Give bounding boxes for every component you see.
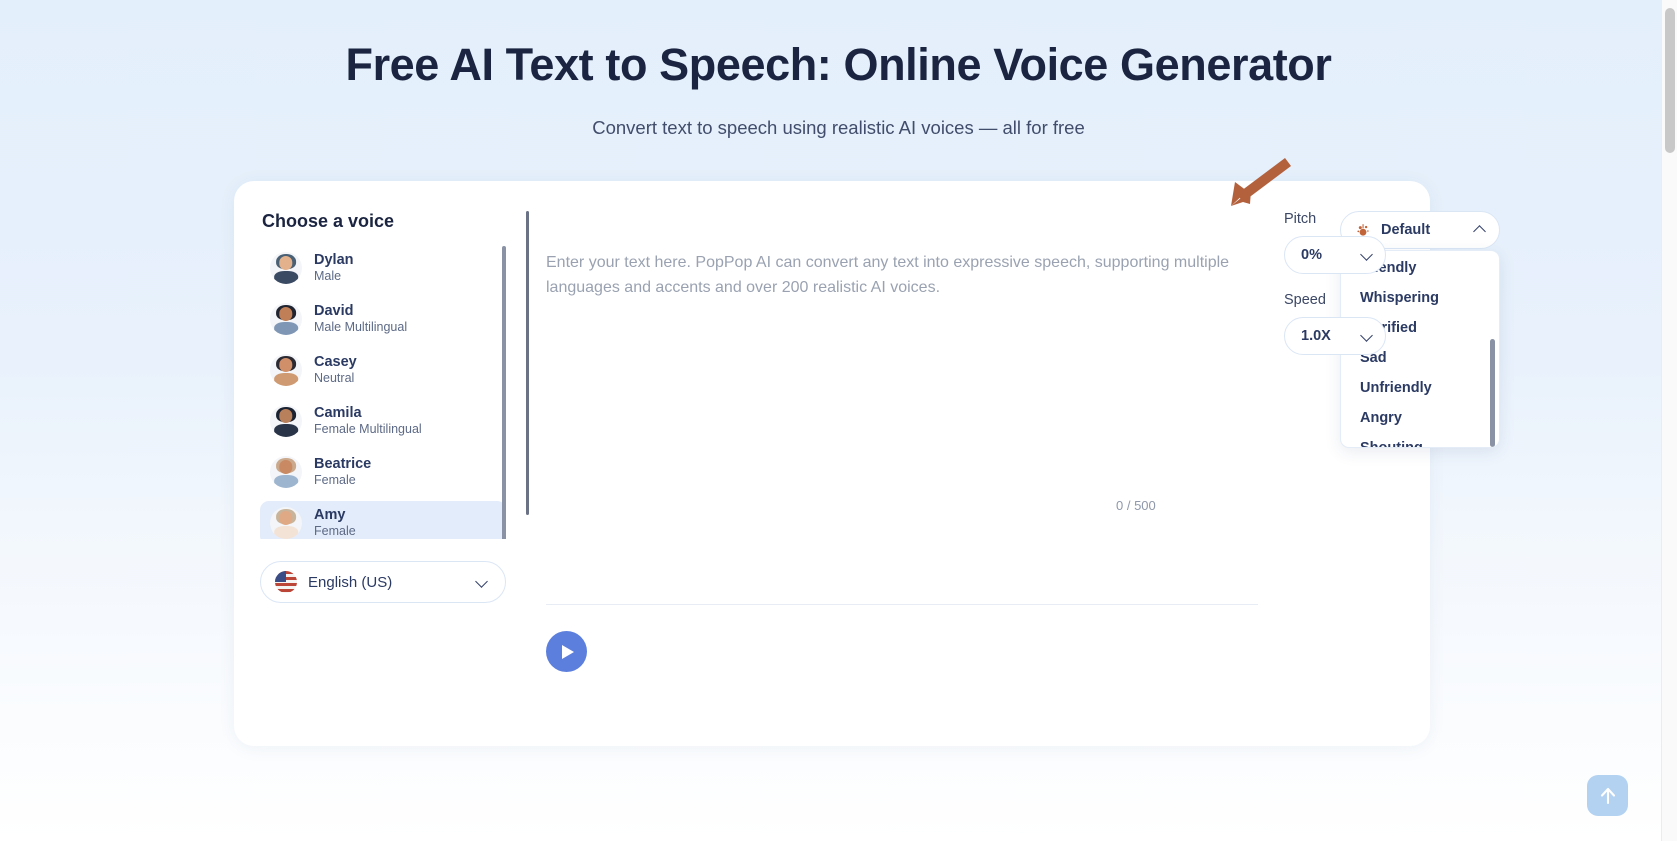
text-editor-panel: Enter your text here. PopPop AI can conv… <box>518 211 1500 746</box>
us-flag-icon <box>275 571 297 593</box>
play-button[interactable] <box>546 631 587 672</box>
avatar <box>270 252 302 284</box>
avatar <box>270 303 302 335</box>
voice-list-scrollbar[interactable] <box>502 246 506 539</box>
voice-role: Female Multilingual <box>314 422 422 437</box>
choose-voice-heading: Choose a voice <box>262 211 395 231</box>
voice-name: Casey <box>314 354 357 371</box>
voice-list-item[interactable]: Beatrice Female <box>260 450 506 494</box>
voice-role: Male <box>314 269 342 284</box>
style-option[interactable]: Shouting <box>1341 433 1499 447</box>
avatar <box>270 354 302 386</box>
chevron-down-icon <box>1362 331 1373 342</box>
voice-list-item[interactable]: David Male Multilingual <box>260 297 506 341</box>
voice-panel: Choose a voice Dylan Male David Male Multil… <box>260 211 518 746</box>
text-input-area[interactable]: Enter your text here. PopPop AI can conv… <box>546 251 1261 531</box>
hero-section: Free AI Text to Speech: Online Voice Gen… <box>0 0 1677 139</box>
voice-list-item[interactable]: Camila Female Multilingual <box>260 399 506 443</box>
pitch-label: Pitch <box>1284 211 1317 227</box>
play-icon <box>562 644 574 659</box>
character-counter: 0 / 500 <box>1116 498 1156 513</box>
speed-value: 1.0X <box>1301 328 1331 344</box>
voice-list[interactable]: Dylan Male David Male Multilingual Casey Neut… <box>260 246 506 539</box>
chevron-down-icon <box>477 577 488 588</box>
arrow-up-icon <box>1600 787 1615 804</box>
voice-list-item[interactable]: Dylan Male <box>260 246 506 290</box>
language-select[interactable]: English (US) <box>260 561 506 603</box>
speed-select[interactable]: 1.0X <box>1284 317 1386 355</box>
voice-list-item[interactable]: Casey Neutral <box>260 348 506 392</box>
text-input-placeholder: Enter your text here. PopPop AI can conv… <box>546 254 1230 296</box>
chevron-up-icon <box>1475 225 1486 236</box>
voice-list-scroll-thumb[interactable] <box>502 246 506 539</box>
voice-name: Beatrice <box>314 456 372 473</box>
tts-tool-card: Choose a voice Dylan Male David Male Multil… <box>234 181 1500 746</box>
style-option[interactable]: Angry <box>1341 403 1499 433</box>
pitch-value: 0% <box>1301 247 1322 263</box>
avatar <box>270 507 302 539</box>
page-subtitle: Convert text to speech using realistic A… <box>592 117 1085 138</box>
audio-controls: Pitch 0% Speed 1.0X <box>1284 211 1404 373</box>
horizontal-divider <box>546 604 1258 605</box>
voice-name: David <box>314 303 354 320</box>
pitch-select[interactable]: 0% <box>1284 236 1386 274</box>
chevron-down-icon <box>1362 250 1373 261</box>
style-option[interactable]: Unfriendly <box>1341 373 1499 403</box>
voice-role: Female <box>314 473 356 488</box>
speed-label: Speed <box>1284 292 1326 308</box>
page-scroll-thumb[interactable] <box>1665 8 1675 153</box>
avatar <box>270 405 302 437</box>
voice-role: Neutral <box>314 371 355 386</box>
voice-role: Male Multilingual <box>314 320 408 335</box>
avatar <box>270 456 302 488</box>
voice-role: Female <box>314 524 356 539</box>
scroll-to-top-button[interactable] <box>1587 775 1628 816</box>
style-menu-scroll-thumb[interactable] <box>1490 339 1495 447</box>
voice-list-item[interactable]: Amy Female <box>260 501 506 539</box>
page-title: Free AI Text to Speech: Online Voice Gen… <box>345 39 1332 90</box>
language-select-label: English (US) <box>308 573 393 591</box>
voice-name: Amy <box>314 507 346 524</box>
voice-name: Camila <box>314 405 362 422</box>
voice-name: Dylan <box>314 252 354 269</box>
page-scrollbar[interactable] <box>1661 0 1677 841</box>
